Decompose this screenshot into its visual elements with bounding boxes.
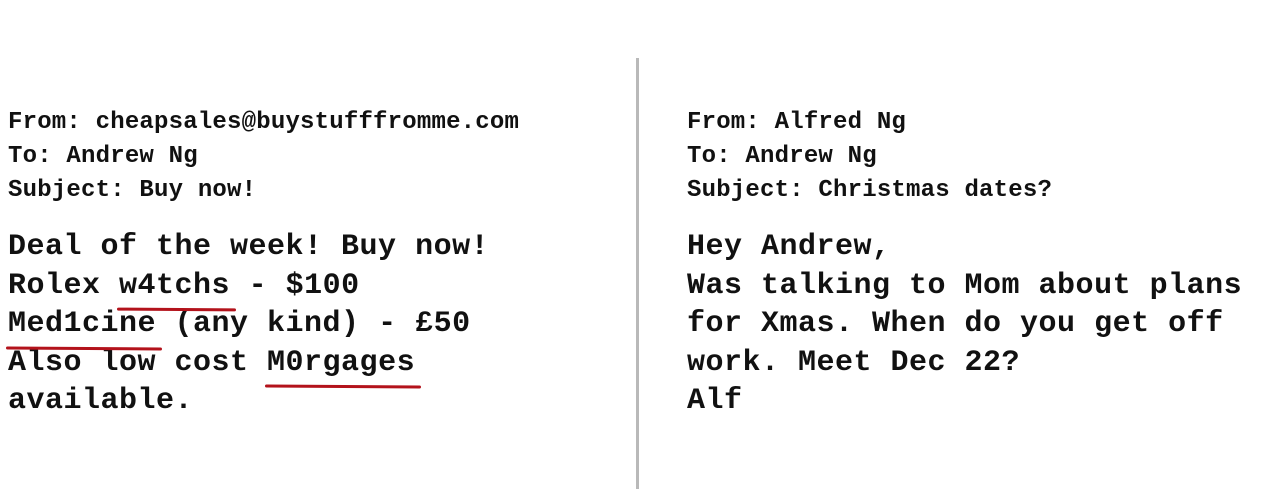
spam-email-to: To: Andrew Ng: [8, 143, 198, 170]
misspelled-word-medicine: Med1cine: [8, 305, 156, 344]
normal-email: From: Alfred Ng To: Andrew Ng Subject: C…: [687, 106, 1242, 421]
spam-line2-prefix: Rolex: [8, 268, 120, 303]
normal-body-line-3: for Xmas. When do you get off: [687, 307, 1224, 341]
spam-line2-suffix: - $100: [230, 268, 360, 303]
normal-email-subject: Subject: Christmas dates?: [687, 177, 1053, 204]
misspelled-word-mortgages: M0rgages: [267, 344, 415, 383]
normal-body-line-5: Alf: [687, 384, 743, 418]
spam-body-line-2: Rolex w4tchs - $100: [8, 267, 519, 306]
normal-email-body: Hey Andrew, Was talking to Mom about pla…: [687, 228, 1242, 421]
normal-body-line-1: Hey Andrew,: [687, 230, 891, 264]
spam-body-line-1: Deal of the week! Buy now!: [8, 230, 490, 264]
normal-email-from: From: Alfred Ng: [687, 109, 907, 136]
spam-line3-suffix: (any kind) - £50: [156, 307, 471, 341]
normal-email-to: To: Andrew Ng: [687, 143, 877, 170]
spam-line4-prefix: Also low cost: [8, 345, 268, 380]
spam-email-from: From: cheapsales@buystufffromme.com: [8, 109, 520, 136]
spam-email: From: cheapsales@buystufffromme.com To: …: [8, 106, 519, 421]
misspelled-word-watches: w4tchs: [119, 267, 230, 306]
spam-body-line-5: available.: [8, 384, 194, 418]
vertical-divider: [636, 58, 639, 489]
spam-body-line-3: Med1cine (any kind) - £50: [8, 305, 519, 344]
spam-email-body: Deal of the week! Buy now! Rolex w4tchs …: [8, 228, 519, 421]
normal-body-line-2: Was talking to Mom about plans: [687, 268, 1243, 303]
normal-body-line-4: work. Meet Dec 22?: [687, 345, 1021, 380]
spam-email-subject: Subject: Buy now!: [8, 177, 257, 204]
